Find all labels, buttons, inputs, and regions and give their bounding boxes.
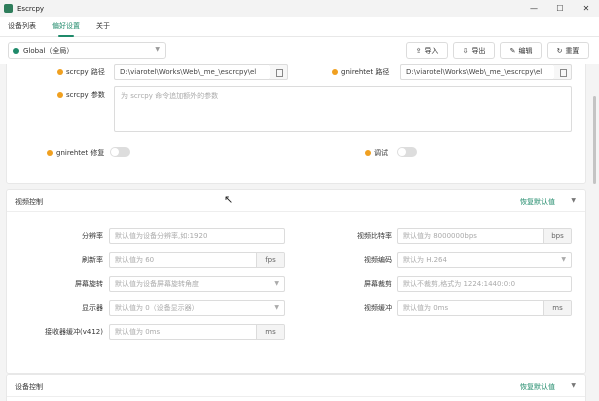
scrollbar[interactable]	[590, 64, 599, 401]
upload-icon: ⇪	[415, 46, 422, 55]
scrcpy-path-label: scrcpy 路径	[57, 67, 105, 77]
video-control-panel: 视频控制 恢复默认值 ▼ 分辨率 默认值为设备分辨率,如:1920 视频比特率 …	[6, 189, 586, 374]
scrcpy-args-input[interactable]: 为 scrcpy 命令追加额外的参数	[114, 86, 572, 132]
gnirehtet-path-input[interactable]: D:\viarotel\Works\Web\_me_\escrcpy\el	[400, 64, 555, 80]
buffer-label: 视频缓冲	[364, 304, 392, 312]
toolbar: Global（全局） ▼ ⇪ 导入 ⇩ 导出 ✎ 编辑 ↻ 重置	[0, 38, 599, 64]
preset-icon	[13, 47, 19, 54]
reset-label: 重置	[565, 46, 580, 55]
tab-preferences[interactable]: 偏好设置	[44, 17, 88, 37]
help-icon	[47, 150, 53, 156]
gnirehtet-fix-label: gnirehtet 修复	[47, 148, 104, 158]
gnirehtet-path-label: gnirehtet 路径	[332, 67, 389, 77]
v4l2-buffer-unit: ms	[256, 325, 284, 339]
fps-unit: fps	[256, 253, 284, 267]
bitrate-label: 视频比特率	[357, 232, 392, 240]
preset-value: Global（全局）	[23, 46, 74, 55]
import-label: 导入	[424, 46, 439, 55]
fps-input[interactable]: 默认值为 60 fps	[109, 252, 285, 268]
codec-label: 视频编码	[364, 256, 392, 264]
scrcpy-path-browse-button[interactable]	[270, 64, 288, 80]
import-button[interactable]: ⇪ 导入	[406, 42, 448, 59]
export-label: 导出	[471, 46, 486, 55]
preset-select[interactable]: Global（全局） ▼	[8, 42, 166, 59]
video-control-header[interactable]: 视频控制 恢复默认值 ▼	[7, 190, 585, 212]
mouse-cursor-icon: ↖	[224, 193, 234, 206]
v4l2-buffer-input[interactable]: 默认值为 0ms ms	[109, 324, 285, 340]
bitrate-input[interactable]: 默认值为 8000000bps bps	[397, 228, 572, 244]
gnirehtet-path-browse-button[interactable]	[554, 64, 572, 80]
tab-about[interactable]: 关于	[88, 17, 118, 37]
download-icon: ⇩	[462, 46, 469, 55]
maximize-button[interactable]: ☐	[547, 0, 573, 17]
help-icon	[365, 150, 371, 156]
debug-label: 调试	[365, 148, 388, 158]
crop-label: 屏幕裁剪	[364, 280, 392, 288]
chevron-down-icon: ▼	[155, 46, 160, 53]
display-label: 显示器	[82, 304, 103, 312]
minimize-button[interactable]: —	[521, 0, 547, 17]
video-control-title: 视频控制	[15, 198, 43, 206]
settings-content: scrcpy 路径 D:\viarotel\Works\Web\_me_\esc…	[0, 64, 590, 401]
app-logo-icon	[4, 4, 13, 13]
gnirehtet-fix-toggle[interactable]	[110, 147, 130, 157]
chevron-down-icon: ▼	[561, 256, 566, 263]
buffer-unit: ms	[543, 301, 571, 315]
scrollbar-thumb[interactable]	[593, 96, 596, 184]
window-title: Escrcpy	[17, 4, 45, 13]
paths-panel: scrcpy 路径 D:\viarotel\Works\Web\_me_\esc…	[6, 64, 586, 184]
resolution-label: 分辨率	[82, 232, 103, 240]
rotation-label: 屏幕旋转	[75, 280, 103, 288]
edit-label: 编辑	[518, 46, 533, 55]
device-restore-defaults-link[interactable]: 恢复默认值	[520, 382, 555, 392]
video-restore-defaults-link[interactable]: 恢复默认值	[520, 197, 555, 207]
scrcpy-args-label: scrcpy 参数	[57, 90, 105, 100]
device-control-header[interactable]: 设备控制 恢复默认值 ▼	[7, 375, 585, 397]
crop-input[interactable]: 默认不裁剪,格式为 1224:1440:0:0	[397, 276, 572, 292]
title-bar: Escrcpy — ☐ ✕	[0, 0, 599, 17]
export-button[interactable]: ⇩ 导出	[453, 42, 495, 59]
edit-button[interactable]: ✎ 编辑	[500, 42, 542, 59]
chevron-down-icon: ▼	[274, 304, 279, 311]
main-tabs: 设备列表 偏好设置 关于	[0, 17, 599, 37]
refresh-icon: ↻	[556, 46, 563, 55]
close-button[interactable]: ✕	[573, 0, 599, 17]
codec-select[interactable]: 默认为 H.264 ▼	[397, 252, 572, 268]
buffer-input[interactable]: 默认值为 0ms ms	[397, 300, 572, 316]
tab-device-list[interactable]: 设备列表	[0, 17, 44, 37]
help-icon	[57, 69, 63, 75]
v4l2-buffer-label: 接收器缓冲(v412)	[45, 328, 103, 336]
bitrate-unit: bps	[543, 229, 571, 243]
help-icon	[57, 92, 63, 98]
debug-toggle[interactable]	[397, 147, 417, 157]
chevron-down-icon: ▼	[274, 280, 279, 287]
device-control-title: 设备控制	[15, 383, 43, 391]
device-control-panel: 设备控制 恢复默认值 ▼	[6, 374, 586, 401]
rotation-select[interactable]: 默认值为设备屏幕旋转角度 ▼	[109, 276, 285, 292]
resolution-input[interactable]: 默认值为设备分辨率,如:1920	[109, 228, 285, 244]
scrcpy-path-input[interactable]: D:\viarotel\Works\Web\_me_\escrcpy\el	[114, 64, 271, 80]
edit-icon: ✎	[509, 46, 516, 55]
reset-button[interactable]: ↻ 重置	[547, 42, 589, 59]
display-select[interactable]: 默认值为 0（设备显示器） ▼	[109, 300, 285, 316]
help-icon	[332, 69, 338, 75]
fps-label: 刷新率	[82, 256, 103, 264]
chevron-down-icon[interactable]: ▼	[571, 382, 576, 389]
chevron-down-icon[interactable]: ▼	[571, 197, 576, 204]
